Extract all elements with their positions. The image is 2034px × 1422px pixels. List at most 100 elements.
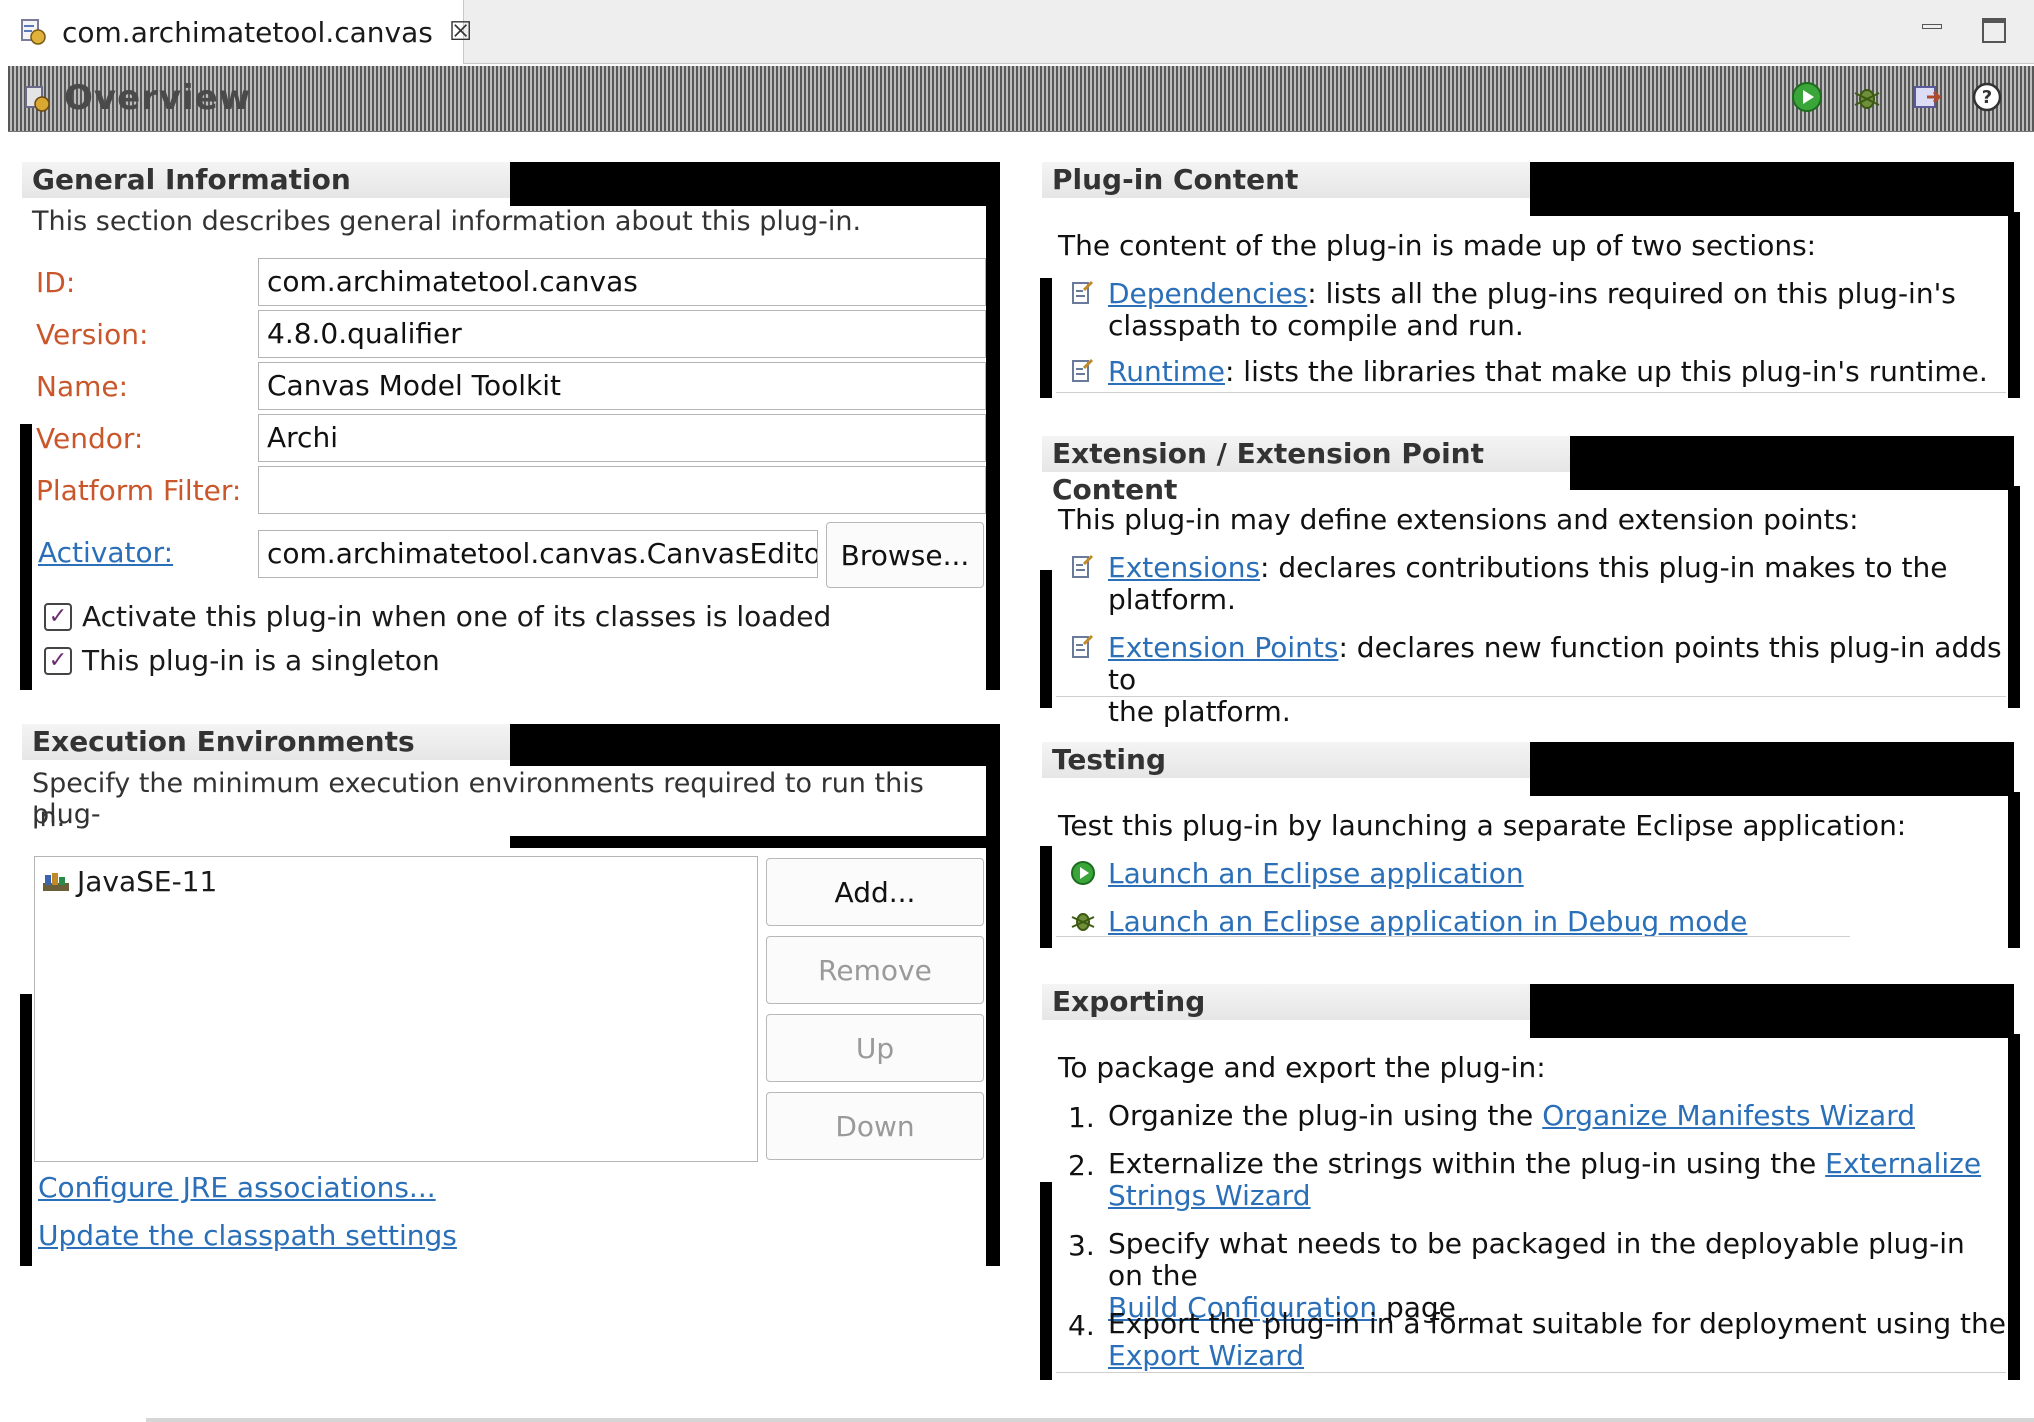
- editor-tab-title: com.archimatetool.canvas: [62, 15, 433, 49]
- redaction-bar: [510, 724, 1000, 766]
- section-title: Exporting: [1042, 984, 1542, 1020]
- checkbox-checked-icon[interactable]: ✓: [44, 646, 72, 675]
- extension-intro: This plug-in may define extensions and e…: [1058, 503, 1859, 536]
- dependencies-item: Dependencies: lists all the plug-ins req…: [1070, 278, 2010, 348]
- list-item[interactable]: JavaSE-11: [41, 865, 217, 898]
- id-label: ID:: [36, 266, 76, 299]
- step-number: 1.: [1068, 1101, 1095, 1134]
- extensions-link[interactable]: Extensions: [1108, 551, 1260, 584]
- step-text: Specify what needs to be packaged in the…: [1108, 1227, 1965, 1292]
- execution-environment-list[interactable]: JavaSE-11: [34, 856, 758, 1162]
- editor-page-tabs-strip: [146, 1418, 2034, 1422]
- dependencies-text: classpath to compile and run.: [1108, 309, 1524, 342]
- launch-debug-link[interactable]: Launch an Eclipse application in Debug m…: [1108, 905, 1747, 938]
- redaction-bar: [1040, 570, 1052, 708]
- activator-link-text[interactable]: Activator:: [38, 536, 173, 569]
- redaction-bar: [2008, 1034, 2020, 1380]
- page-link-icon: [1070, 358, 1094, 384]
- help-icon[interactable]: ?: [1970, 80, 2004, 114]
- section-description: This section describes general informati…: [32, 206, 862, 237]
- remove-button[interactable]: Remove: [766, 936, 984, 1004]
- export-wizard-link[interactable]: Export Wizard: [1108, 1339, 1304, 1372]
- externalize-strings-link[interactable]: Strings Wizard: [1108, 1179, 1311, 1212]
- redaction-bar: [20, 994, 32, 1266]
- step-number: 3.: [1068, 1229, 1095, 1262]
- step-number: 4.: [1068, 1309, 1095, 1342]
- export-icon[interactable]: [1910, 80, 1944, 114]
- externalize-strings-link[interactable]: Externalize: [1825, 1147, 1981, 1180]
- export-step-4: 4. Export the plug-in in a format suitab…: [1068, 1308, 2008, 1378]
- runtime-text: : lists the libraries that make up this …: [1224, 355, 1988, 388]
- checkbox-label: Activate this plug-in when one of its cl…: [82, 600, 832, 633]
- exporting-intro: To package and export the plug-in:: [1058, 1051, 1546, 1084]
- platform-filter-field[interactable]: [258, 466, 986, 514]
- extension-points-link[interactable]: Extension Points: [1108, 631, 1338, 664]
- section-divider: [1056, 1372, 2006, 1373]
- section-divider: [1056, 696, 2006, 697]
- up-button[interactable]: Up: [766, 1014, 984, 1082]
- run-icon[interactable]: [1790, 80, 1824, 114]
- page-link-icon: [1070, 634, 1094, 660]
- id-field[interactable]: com.archimatetool.canvas: [258, 258, 986, 306]
- add-button[interactable]: Add...: [766, 858, 984, 926]
- maximize-icon[interactable]: [1980, 14, 2006, 43]
- redaction-bar: [510, 162, 1000, 206]
- name-field[interactable]: Canvas Model Toolkit: [258, 362, 986, 410]
- section-title: General Information: [22, 162, 542, 198]
- run-icon: [1070, 860, 1095, 886]
- step-text: Organize the plug-in using the: [1108, 1099, 1543, 1132]
- checkbox-checked-icon[interactable]: ✓: [44, 602, 72, 631]
- launch-eclipse-link[interactable]: Launch an Eclipse application: [1108, 857, 1524, 890]
- plugin-manifest-icon: [22, 84, 52, 114]
- jre-library-icon: [41, 869, 71, 895]
- debug-icon[interactable]: [1850, 80, 1884, 114]
- redaction-bar: [1530, 742, 2014, 796]
- configure-jre-link[interactable]: Configure JRE associations...: [38, 1172, 436, 1204]
- close-icon[interactable]: ☒: [449, 17, 472, 47]
- step-text: Export the plug-in in a format suitable …: [1108, 1307, 2007, 1340]
- runtime-link[interactable]: Runtime: [1108, 355, 1225, 388]
- redaction-bar: [20, 424, 32, 690]
- redaction-bar: [1040, 278, 1052, 398]
- section-title: Extension / Extension Point Content: [1042, 436, 1570, 506]
- singleton-checkbox[interactable]: ✓ This plug-in is a singleton: [44, 644, 440, 677]
- export-step-2: 2. Externalize the strings within the pl…: [1068, 1148, 2008, 1218]
- redaction-bar: [1530, 162, 2014, 216]
- minimize-icon[interactable]: [1920, 14, 1944, 38]
- extensions-text: : declares contributions this plug-in ma…: [1260, 551, 1948, 584]
- browse-button[interactable]: Browse...: [826, 522, 984, 588]
- page-link-icon: [1070, 280, 1094, 306]
- extension-points-item: Extension Points: declares new function …: [1070, 631, 2010, 728]
- organize-manifests-link[interactable]: Organize Manifests Wizard: [1542, 1099, 1915, 1132]
- activator-field[interactable]: com.archimatetool.canvas.CanvasEditorPlu…: [258, 530, 818, 578]
- extensions-text: platform.: [1108, 583, 1236, 616]
- plugin-manifest-icon: [18, 17, 48, 47]
- vendor-label: Vendor:: [36, 422, 144, 455]
- section-description: Specify the minimum execution environmen…: [32, 768, 924, 830]
- version-label: Version:: [36, 318, 149, 351]
- section-divider: [1056, 936, 1850, 937]
- section-title: Execution Environments: [22, 724, 542, 760]
- page-title: Overview: [64, 78, 252, 118]
- down-button[interactable]: Down: [766, 1092, 984, 1160]
- update-classpath-link[interactable]: Update the classpath settings: [38, 1220, 457, 1252]
- activate-on-load-checkbox[interactable]: ✓ Activate this plug-in when one of its …: [44, 600, 831, 633]
- version-field[interactable]: 4.8.0.qualifier: [258, 310, 986, 358]
- activator-link[interactable]: Activator:: [38, 536, 173, 569]
- checkbox-label: This plug-in is a singleton: [82, 644, 440, 677]
- debug-icon: [1070, 908, 1095, 934]
- redaction-bar: [986, 202, 1000, 690]
- name-label: Name:: [36, 370, 129, 403]
- redaction-bar: [510, 836, 1000, 848]
- platform-filter-label: Platform Filter:: [36, 474, 242, 507]
- editor-tab[interactable]: com.archimatetool.canvas ☒: [0, 0, 472, 64]
- vendor-field[interactable]: Archi: [258, 414, 986, 462]
- redaction-bar: [1530, 984, 2014, 1038]
- redaction-bar: [1040, 1182, 1052, 1380]
- update-classpath-link-text[interactable]: Update the classpath settings: [38, 1219, 457, 1252]
- form-header: Overview ?: [8, 66, 2034, 132]
- step-number: 2.: [1068, 1149, 1095, 1182]
- dependencies-link[interactable]: Dependencies: [1108, 277, 1307, 310]
- export-step-1: 1. Organize the plug-in using the Organi…: [1068, 1100, 2008, 1136]
- configure-jre-link-text[interactable]: Configure JRE associations...: [38, 1171, 436, 1204]
